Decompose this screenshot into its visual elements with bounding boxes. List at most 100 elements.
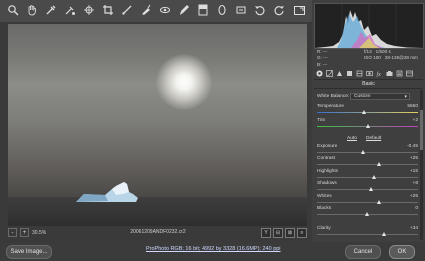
color-sampler-icon[interactable] <box>63 3 77 17</box>
b-value: --- <box>322 61 328 67</box>
slider-label: Blacks <box>317 206 332 211</box>
r-value: --- <box>322 49 328 54</box>
iceberg <box>76 182 138 202</box>
contrast-track[interactable] <box>317 164 418 165</box>
white-balance-icon[interactable] <box>44 3 58 17</box>
slider-value[interactable]: +8 <box>413 181 418 186</box>
lens: 28-135@28 mm <box>384 55 418 61</box>
ok-button[interactable]: OK <box>389 245 415 259</box>
slider-thumb[interactable] <box>372 175 377 179</box>
panel-title: Basic <box>362 81 375 87</box>
shadows-track[interactable] <box>317 189 418 190</box>
workflow-options-link[interactable]: ProPhoto RGB; 16 bit; 4992 by 3328 (16.6… <box>146 246 281 252</box>
white-balance-label: White Balance: <box>317 94 350 99</box>
slider-thumb[interactable] <box>369 187 374 191</box>
tone-curve-tab-icon[interactable] <box>326 70 333 77</box>
iso: ISO 100 <box>364 55 381 61</box>
rotate-cw-icon[interactable] <box>272 3 286 17</box>
white-balance-value: Custom <box>354 94 371 99</box>
slider-value[interactable]: -0.45 <box>407 144 418 149</box>
exposure-track[interactable] <box>317 152 418 153</box>
image-canvas[interactable]: - + 30.5% 20061209ANDF0232.cr2 Y ⊟ ⊠ ≡ <box>0 22 310 242</box>
whites-track[interactable] <box>317 202 418 203</box>
slider-value[interactable]: +15 <box>410 169 418 174</box>
panel-scrollbar[interactable] <box>420 90 423 240</box>
zoom-icon[interactable] <box>6 3 20 17</box>
rotate-ccw-icon[interactable] <box>253 3 267 17</box>
camera-info: f/13 1/500 s ISO 100 28-135@28 mm <box>364 49 418 62</box>
lens-corrections-tab-icon[interactable] <box>366 70 373 77</box>
zoom-level[interactable]: 30.5% <box>32 230 46 236</box>
highlights-track[interactable] <box>317 177 418 178</box>
status-bar: - + 30.5% 20061209ANDF0232.cr2 Y ⊟ ⊠ ≡ <box>8 228 307 239</box>
presets-tab-icon[interactable] <box>396 70 403 77</box>
slider-label: Clarity <box>317 226 331 231</box>
slider-label: Shadows <box>317 181 337 186</box>
view-mode-buttons: Y ⊟ ⊠ ≡ <box>261 228 307 238</box>
cancel-button[interactable]: Cancel <box>345 245 381 259</box>
camera-calibration-tab-icon[interactable] <box>386 70 393 77</box>
slider-label: Tint <box>317 118 325 123</box>
tool-icons <box>6 3 286 17</box>
g-label: G: <box>317 55 322 61</box>
white-balance-select[interactable]: Custom ▾ <box>350 93 410 100</box>
fullscreen-icon[interactable] <box>293 4 306 17</box>
slider-label: Contrast <box>317 156 336 161</box>
photo-preview[interactable] <box>8 24 307 226</box>
adjustment-panel: R: --- G: --- B: --- f/13 1/500 s ISO 100… <box>312 0 425 242</box>
detail-tab-icon[interactable] <box>336 70 343 77</box>
slider-value[interactable]: +34 <box>410 226 418 231</box>
radial-filter-icon[interactable] <box>215 3 229 17</box>
slider-label: Whites <box>317 194 332 199</box>
slider-value[interactable]: +25 <box>410 156 418 161</box>
slider-value[interactable]: +25 <box>410 194 418 199</box>
svg-text:fx: fx <box>377 71 382 77</box>
target-adjustment-icon[interactable] <box>82 3 96 17</box>
file-name: 20061209ANDF0232.cr2 <box>130 229 186 235</box>
zoom-out-button[interactable]: - <box>8 228 17 237</box>
straighten-icon[interactable] <box>120 3 134 17</box>
slider-thumb[interactable] <box>365 212 369 216</box>
snapshots-tab-icon[interactable] <box>406 70 413 77</box>
scrollbar-thumb[interactable] <box>420 110 423 150</box>
preferences-icon[interactable] <box>234 3 248 17</box>
before-after-button[interactable]: Y <box>261 228 271 238</box>
toggle-settings-button[interactable]: ≡ <box>297 228 307 238</box>
basic-tab-icon[interactable] <box>316 70 323 77</box>
split-toning-tab-icon[interactable] <box>356 70 363 77</box>
slider-value[interactable]: 0 <box>415 206 418 211</box>
adjustment-brush-icon[interactable] <box>177 3 191 17</box>
slider-thumb[interactable] <box>360 150 365 154</box>
crop-icon[interactable] <box>101 3 115 17</box>
copy-settings-button[interactable]: ⊠ <box>285 228 295 238</box>
red-eye-icon[interactable] <box>158 3 172 17</box>
slider-thumb[interactable] <box>377 200 382 204</box>
rgb-readout: R: --- G: --- B: --- <box>317 49 328 68</box>
divider <box>314 88 422 89</box>
slider-value[interactable]: 5650 <box>407 104 418 109</box>
footer: Save Image... ProPhoto RGB; 16 bit; 4992… <box>0 242 425 261</box>
slider-value[interactable]: +2 <box>413 118 418 123</box>
chevron-down-icon: ▾ <box>404 94 407 100</box>
hand-icon[interactable] <box>25 3 39 17</box>
default-link[interactable]: Default <box>366 136 381 141</box>
zoom-control: - + 30.5% <box>8 228 46 237</box>
slider-label: Exposure <box>317 144 338 149</box>
graduated-filter-icon[interactable] <box>196 3 210 17</box>
histogram <box>314 3 424 49</box>
spot-removal-icon[interactable] <box>139 3 153 17</box>
slider-thumb[interactable] <box>377 162 382 166</box>
slider-thumb[interactable] <box>382 232 387 236</box>
zoom-in-button[interactable]: + <box>20 228 29 237</box>
swap-button[interactable]: ⊟ <box>273 228 283 238</box>
slider-thumb[interactable] <box>361 110 366 114</box>
slider-thumb[interactable] <box>366 124 370 128</box>
clarity-track[interactable] <box>317 234 418 235</box>
b-label: B: <box>317 61 322 67</box>
auto-link[interactable]: Auto <box>347 136 357 141</box>
hsl-tab-icon[interactable] <box>346 70 353 77</box>
temperature-track[interactable] <box>317 112 418 113</box>
effects-tab-icon[interactable]: fx <box>376 70 383 77</box>
save-image-button[interactable]: Save Image... <box>6 245 52 259</box>
slider-label: Temperature <box>317 104 344 109</box>
